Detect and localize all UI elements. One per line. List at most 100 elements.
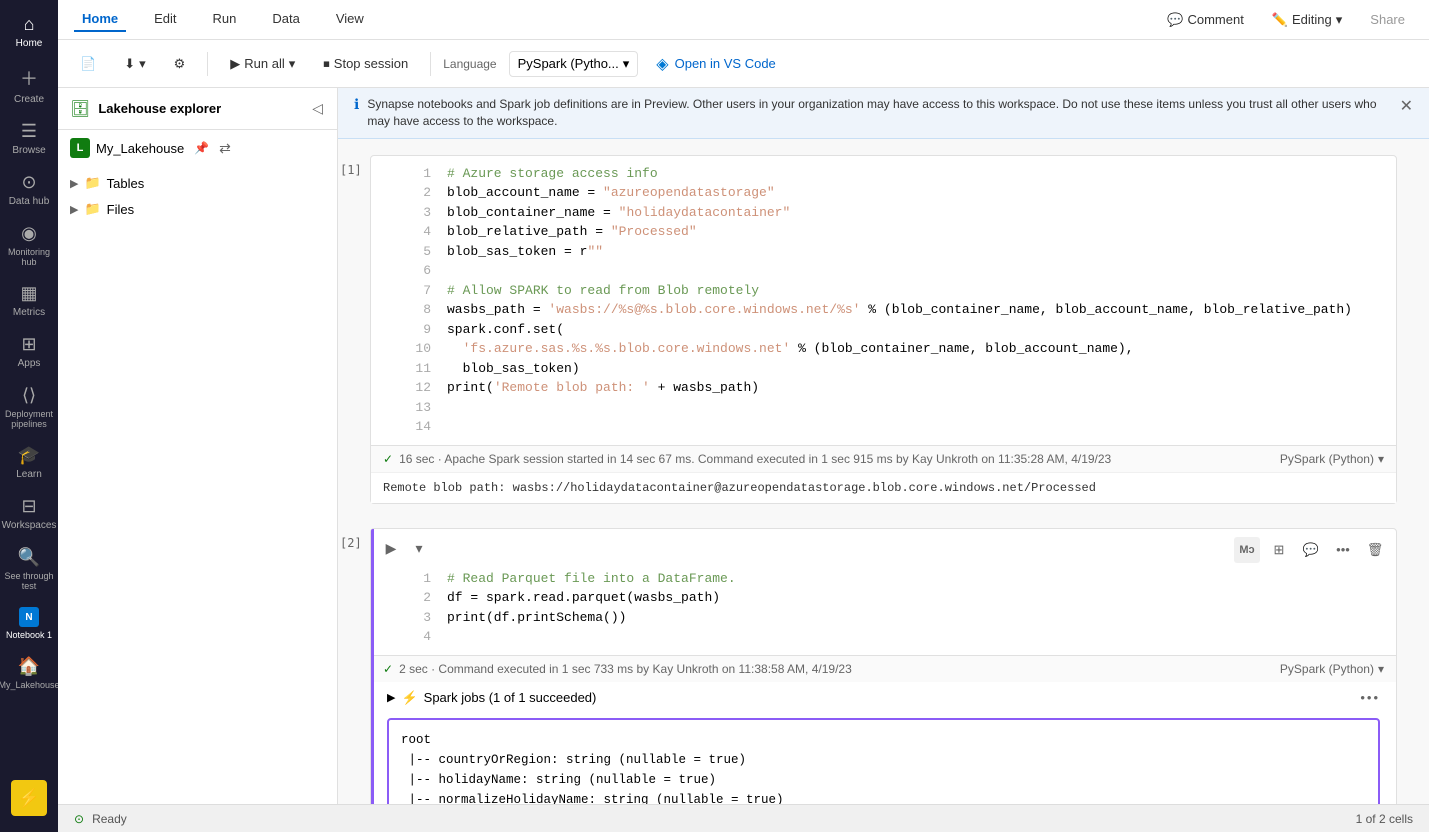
chevron-down-icon: ▾ (1336, 12, 1343, 28)
cells-info: 1 of 2 cells (1356, 812, 1413, 826)
cell2-number: [2] (340, 536, 362, 550)
power-bi-badge: ⚡ (11, 780, 47, 816)
sidebar-label-mylakehouse: My_Lakehouse (0, 680, 60, 690)
chevron-down-icon-cell1: ▾ (1378, 452, 1384, 466)
run-all-button[interactable]: ▶ Run all ▾ (220, 51, 305, 77)
sidebar-label-workspaces: Workspaces (2, 520, 57, 531)
notebook-area: ℹ Synapse notebooks and Spark job defini… (338, 88, 1429, 804)
c2-line-4: 4 (411, 627, 1388, 647)
cell2-lang-selector[interactable]: PySpark (Python) ▾ (1280, 662, 1384, 676)
files-item[interactable]: ▶ 📁 Files (58, 196, 337, 222)
tab-edit[interactable]: Edit (146, 7, 184, 32)
sidebar-item-learn[interactable]: 🎓 Learn (0, 439, 58, 486)
sidebar-item-home[interactable]: ⌂ Home (0, 8, 58, 55)
status-icon: ⊙ (74, 812, 84, 826)
sidebar-item-deployment[interactable]: ⟨⟩ Deployment pipelines (0, 379, 58, 435)
cell2-code[interactable]: 1 # Read Parquet file into a DataFrame. … (371, 561, 1396, 655)
spark-jobs-label: Spark jobs (1 of 1 succeeded) (424, 690, 597, 705)
notebook-badge: N (19, 607, 39, 627)
cell-1: 1 # Azure storage access info 2 blob_acc… (370, 155, 1397, 504)
cell2-markdown-btn[interactable]: Mↄ (1234, 537, 1260, 563)
cell2-left-bar (371, 529, 374, 804)
check-icon-2: ✓ (383, 662, 393, 676)
sidebar: ⌂ Home ＋ Create ☰ Browse ⊙ Data hub ◉ Mo… (0, 0, 58, 832)
cell1-output: Remote blob path: wasbs://holidaydatacon… (371, 472, 1396, 503)
create-icon: ＋ (20, 65, 38, 91)
tab-data[interactable]: Data (264, 7, 307, 32)
settings-icon: ⚙ (174, 56, 186, 72)
info-close-button[interactable]: ✕ (1400, 96, 1413, 116)
stop-session-button[interactable]: ⏹ Stop session (313, 51, 418, 77)
sidebar-item-mylakehouse[interactable]: 🏠 My_Lakehouse (0, 650, 58, 696)
line-8: 8 wasbs_path = 'wasbs://%s@%s.blob.core.… (411, 300, 1388, 320)
settings-button[interactable]: ⚙ (164, 51, 196, 77)
sidebar-label-home: Home (16, 38, 43, 49)
lakehouse-header: 🗄 Lakehouse explorer ◁ (58, 88, 337, 130)
info-icon: ℹ (354, 96, 359, 113)
sidebar-item-apps[interactable]: ⊞ Apps (0, 328, 58, 375)
tab-run[interactable]: Run (205, 7, 245, 32)
cell2-comment-btn[interactable]: 💬 (1298, 537, 1324, 563)
folder-icon-files: 📁 (84, 201, 100, 217)
chevron-right-spark[interactable]: ▶ (387, 691, 395, 704)
datahub-icon: ⊙ (21, 172, 36, 193)
editing-button[interactable]: ✏️ Editing ▾ (1264, 8, 1350, 32)
cell1-exec-info: ✓ 16 sec · Apache Spark session started … (371, 445, 1396, 472)
sidebar-label-monitoring: Monitoring hub (4, 247, 54, 267)
sidebar-item-datahub[interactable]: ⊙ Data hub (0, 166, 58, 213)
lakehouse-tree: ▶ 📁 Tables ▶ 📁 Files (58, 166, 337, 226)
schema-line-3: |-- normalizeHolidayName: string (nullab… (401, 790, 1366, 804)
download-button[interactable]: ⬇ ▾ (114, 51, 155, 77)
cell1-code[interactable]: 1 # Azure storage access info 2 blob_acc… (371, 156, 1396, 445)
cell1-lang: PySpark (Python) (1280, 452, 1374, 466)
lakehouse-name-row: L My_Lakehouse 📌 ⇄ (58, 130, 337, 166)
cell2-run-button[interactable]: ▶ (379, 537, 403, 561)
run-notebook-button[interactable]: 📄 (70, 51, 106, 77)
tables-item[interactable]: ▶ 📁 Tables (58, 170, 337, 196)
sidebar-item-workspaces[interactable]: ⊟ Workspaces (0, 490, 58, 537)
spark-jobs-row: ▶ ⚡ Spark jobs (1 of 1 succeeded) ••• (379, 686, 1388, 710)
cell-2-block: [2] ▶ ▾ Mↄ ⊞ 💬 ••• (370, 528, 1397, 804)
cell2-expand-button[interactable]: ▾ (407, 537, 431, 561)
sidebar-item-monitoring[interactable]: ◉ Monitoring hub (0, 217, 58, 273)
cell1-lang-selector[interactable]: PySpark (Python) ▾ (1280, 452, 1384, 466)
vscode-icon: ◈ (656, 54, 668, 74)
sidebar-item-notebook[interactable]: N Notebook 1 (0, 601, 58, 646)
home-icon: ⌂ (24, 14, 35, 35)
share-button[interactable]: Share (1362, 8, 1413, 31)
swap-icon[interactable]: ⇄ (219, 140, 231, 157)
line-9: 9 spark.conf.set( (411, 320, 1388, 340)
open-vscode-button[interactable]: ◈ Open in VS Code (646, 49, 786, 79)
cell2-more-btn[interactable]: ••• (1330, 537, 1356, 563)
sidebar-item-seethrough[interactable]: 🔍 See through test (0, 541, 58, 597)
comment-button[interactable]: 💬 Comment (1159, 8, 1252, 32)
seethrough-icon: 🔍 (18, 547, 40, 568)
cell1-exec-text: 16 sec · Apache Spark session started in… (399, 452, 1111, 466)
cell-1-block: [1] 1 # Azure storage access info 2 blob… (370, 155, 1397, 504)
sidebar-item-browse[interactable]: ☰ Browse (0, 115, 58, 162)
sidebar-item-metrics[interactable]: ▦ Metrics (0, 277, 58, 324)
language-selector[interactable]: PySpark (Pytho... ▾ (509, 51, 639, 77)
collapse-panel-button[interactable]: ◁ (310, 98, 325, 119)
line-14: 14 (411, 417, 1388, 437)
cell2-exec-info: ✓ 2 sec · Command executed in 1 sec 733 … (371, 655, 1396, 682)
sidebar-label-notebook: Notebook 1 (6, 630, 52, 640)
sidebar-item-create[interactable]: ＋ Create (0, 59, 58, 111)
chevron-right-icon: ▶ (70, 177, 78, 190)
cell-2: ▶ ▾ Mↄ ⊞ 💬 ••• 🗑 1 (370, 528, 1397, 804)
tables-label: Tables (107, 176, 145, 191)
line-4: 4 blob_relative_path = "Processed" (411, 222, 1388, 242)
tab-home[interactable]: Home (74, 7, 126, 32)
schema-output-box: root |-- countryOrRegion: string (nullab… (387, 718, 1380, 804)
lakehouse-panel: 🗄 Lakehouse explorer ◁ L My_Lakehouse 📌 … (58, 88, 338, 804)
cell2-split-btn[interactable]: ⊞ (1266, 537, 1292, 563)
sidebar-label-metrics: Metrics (13, 307, 45, 318)
sidebar-bottom: ⚡ (11, 780, 47, 824)
cell2-delete-btn[interactable]: 🗑 (1362, 537, 1388, 563)
schema-line-1: |-- countryOrRegion: string (nullable = … (401, 750, 1366, 770)
metrics-icon: ▦ (20, 283, 37, 304)
tab-view[interactable]: View (328, 7, 372, 32)
status-text: Ready (92, 812, 127, 826)
output-more-button[interactable]: ••• (1360, 690, 1380, 705)
line-12: 12 print('Remote blob path: ' + wasbs_pa… (411, 378, 1388, 398)
